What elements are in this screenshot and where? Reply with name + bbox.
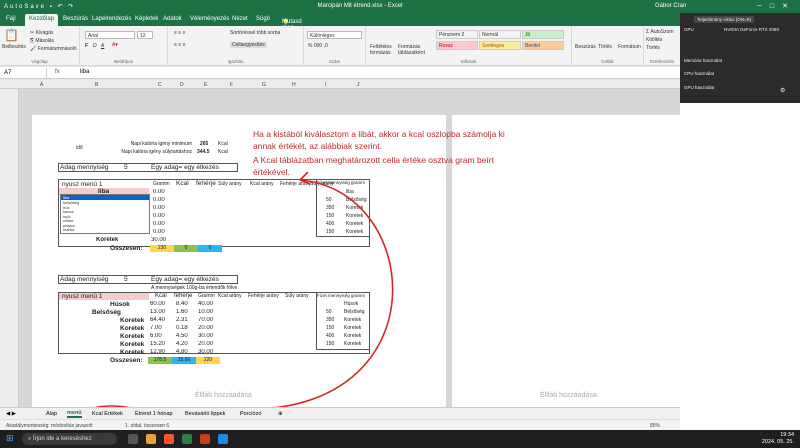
sheet-nav-icon[interactable]: ◀ ▶ (6, 411, 16, 417)
page-count-status: 1. oldal, összesen 6 (125, 423, 170, 429)
clock-time: 19:34 (780, 432, 794, 438)
cpu-usage-label: CPU használat (684, 71, 715, 76)
sheet-tab-etrend[interactable]: Étrend 1 hónap (135, 411, 173, 417)
annotation-arrow (129, 179, 394, 413)
gpu-usage-label: GPU használat (684, 85, 715, 90)
arrow-head-icon (299, 171, 311, 185)
system-tray[interactable]: 19:34 2024. 05. 25. (762, 432, 794, 446)
clock-date: 2024. 05. 25. (761, 439, 794, 445)
gpu-header-title: Teljesítmény ciklus (ON=R) (694, 16, 755, 23)
sheet-tab-bevasarlo[interactable]: Bevásárló lippek (185, 411, 225, 417)
brave-browser-icon[interactable] (164, 434, 174, 444)
app-icon[interactable] (200, 434, 210, 444)
gpu-mem-label: Memória használat (684, 58, 723, 63)
sheet-tab-alap[interactable]: Alap (46, 411, 57, 417)
sheet-tab-porciozo[interactable]: Porciózó (240, 411, 261, 417)
search-icon: ⌕ (28, 436, 32, 442)
excel-window: AutoSave ▪ ↶ ↷ Marcipán Mit étrend.xlsx … (0, 0, 800, 448)
accessibility-status[interactable]: Akadálymentesség: módosítás javasolt (6, 423, 92, 429)
sheet-tabs: ◀ ▶ Alap menü Kcal Értékek Étrend 1 hóna… (0, 407, 680, 419)
windows-start-icon[interactable]: ⊞ (6, 433, 14, 444)
task-view-icon[interactable] (128, 434, 138, 444)
zoom-level[interactable]: 85% (650, 423, 660, 429)
taskbar: ⊞ ⌕ Írjon ide a kereséshez 19:34 2024. 0… (0, 430, 800, 448)
gpu-monitor-panel: Teljesítmény ciklus (ON=R) GPU NVIDIA Ge… (680, 13, 800, 430)
taskbar-search-text: Írjon ide a kereséshez (33, 436, 92, 442)
file-explorer-icon[interactable] (146, 434, 156, 444)
add-sheet-icon[interactable]: ⊕ (278, 411, 283, 417)
sheet-tab-kcal[interactable]: Kcal Értékek (92, 411, 123, 417)
taskbar-search[interactable]: ⌕ Írjon ide a kereséshez (22, 433, 117, 445)
app-icon-2[interactable] (218, 434, 228, 444)
status-bar: Akadálymentesség: módosítás javasolt 1. … (0, 419, 680, 430)
settings-icon[interactable]: ⚙ (780, 87, 785, 94)
excel-taskbar-icon[interactable] (182, 434, 192, 444)
gpu-monitor-header: Teljesítmény ciklus (ON=R) GPU NVIDIA Ge… (680, 13, 800, 103)
gpu-name: NVIDIA GeForce RTX 2080 (724, 27, 779, 32)
gpu-label: GPU (684, 27, 694, 32)
sheet-tab-menu[interactable]: menü (67, 410, 82, 418)
